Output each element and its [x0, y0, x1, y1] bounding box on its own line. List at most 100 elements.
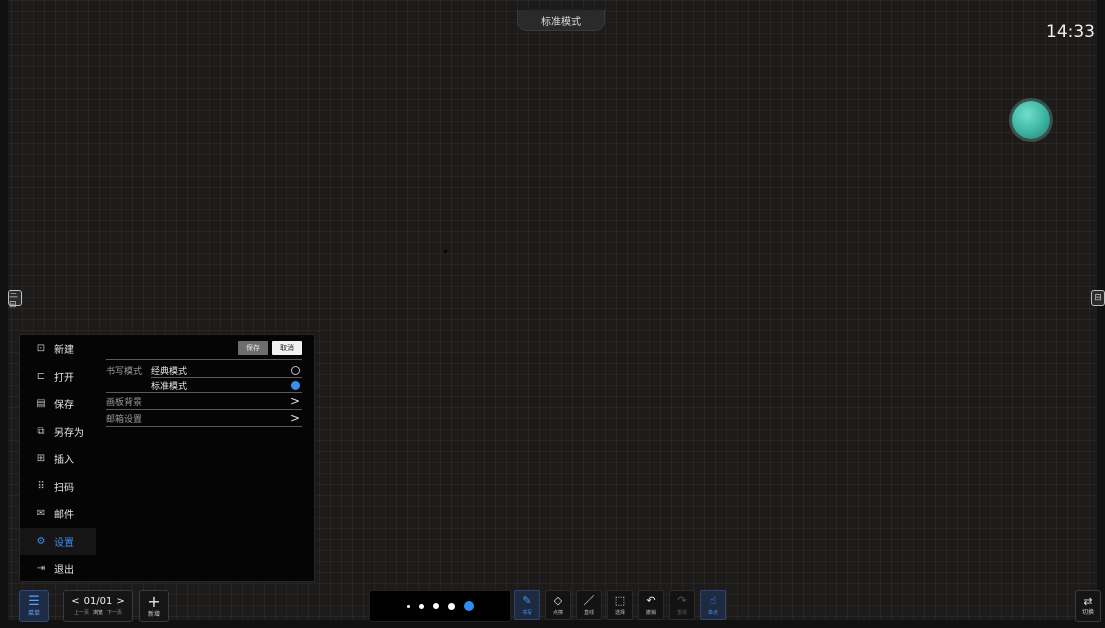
right-frame [1097, 0, 1105, 628]
page-number-row: < 01/01 > [71, 596, 125, 607]
tool-label: 撤销 [645, 609, 656, 616]
tool-label: 重做 [676, 609, 687, 616]
menu-item-label: 打开 [54, 372, 74, 384]
select-icon: ⬚ [614, 593, 626, 607]
prev-page-label[interactable]: 上一页 [74, 609, 89, 616]
standard-mode-label: 标准模式 [151, 381, 188, 392]
page-indicator: 01/01 [83, 596, 113, 607]
switch-button[interactable]: ⇄ 切换 [1075, 590, 1101, 622]
redo-icon: ↷ [677, 593, 687, 607]
touch-icon: ☝ [709, 593, 717, 607]
new-file-icon: ⊡ [36, 343, 46, 355]
mail-icon: ✉ [36, 508, 46, 520]
tool-write[interactable]: ✎ 书写 [514, 590, 540, 620]
floating-ball-button[interactable] [1012, 101, 1050, 139]
add-page-button[interactable]: + 新增 [139, 590, 169, 622]
settings-action-row: 保存 取消 [106, 341, 302, 355]
tool-select[interactable]: ⬚ 选择 [607, 590, 633, 620]
menu-item-label: 扫码 [54, 482, 74, 494]
add-page-label: 新增 [147, 610, 160, 618]
menu-item-save[interactable]: ▤ 保存 [20, 390, 96, 418]
undo-icon: ↶ [646, 593, 656, 607]
menu-item-label: 邮件 [54, 510, 74, 522]
browse-label[interactable]: 浏览 [93, 609, 103, 616]
canvas-ink-dot [444, 250, 447, 253]
menu-item-label: 另存为 [54, 427, 84, 439]
left-menu-handle-icon[interactable]: 三⊟ [8, 290, 22, 310]
menu-item-label: 插入 [54, 455, 74, 467]
mail-settings-label: 邮箱设置 [106, 414, 143, 425]
tool-group: ✎ 书写 ◇ 点擦 ／ 直线 ⬚ 选择 ↶ 撤销 ↷ 重做 ☝ 单点 [514, 590, 726, 620]
menu-item-label: 退出 [54, 565, 74, 577]
classic-mode-radio[interactable] [291, 365, 300, 375]
page-nav-labels: 上一页 浏览 下一页 [74, 609, 122, 616]
tool-undo[interactable]: ↶ 撤销 [638, 590, 664, 620]
tool-label: 单点 [707, 609, 718, 616]
menu-item-label: 设置 [54, 537, 74, 549]
tool-redo[interactable]: ↷ 重做 [669, 590, 695, 620]
pen-size-option[interactable] [432, 603, 439, 609]
tool-single-touch[interactable]: ☝ 单点 [700, 590, 726, 620]
folder-icon: ⊏ [36, 370, 46, 382]
insert-icon: ⊞ [36, 453, 46, 465]
menu-item-save-as[interactable]: ⧉ 另存为 [20, 418, 96, 446]
menu-item-mail[interactable]: ✉ 邮件 [20, 500, 96, 528]
mode-title-tab[interactable]: 标准模式 [517, 10, 605, 31]
save-as-icon: ⧉ [37, 425, 45, 437]
pen-size-option[interactable] [447, 602, 455, 610]
menu-button[interactable]: ☰ 菜单 [19, 590, 49, 622]
write-mode-classic-row[interactable]: 书写模式 经典模式 [106, 363, 302, 377]
next-page-icon[interactable]: > [116, 596, 124, 607]
write-mode-standard-row[interactable]: 标准模式 [106, 378, 302, 392]
menu-item-settings[interactable]: ⚙ 设置 [20, 527, 96, 555]
menu-icon: ☰ [28, 593, 40, 609]
clock: 14:33 [1046, 22, 1095, 42]
board-background-label: 画板背景 [106, 397, 143, 408]
pen-size-option-selected[interactable] [463, 601, 474, 611]
menu-item-label: 新建 [54, 345, 74, 357]
next-page-label[interactable]: 下一页 [107, 609, 122, 616]
left-frame [0, 0, 8, 628]
pen-size-selector [369, 590, 511, 622]
tool-label: 选择 [614, 609, 625, 616]
switch-icon: ⇄ [1083, 594, 1093, 608]
tool-point-erase[interactable]: ◇ 点擦 [545, 590, 571, 620]
menu-item-exit[interactable]: ⇥ 退出 [20, 555, 96, 583]
right-menu-handle-icon[interactable]: ⊟ [1091, 290, 1105, 306]
board-background-row[interactable]: 画板背景 > [106, 392, 302, 410]
tool-line[interactable]: ／ 直线 [576, 590, 602, 620]
menu-item-label: 保存 [54, 400, 74, 412]
prev-page-icon[interactable]: < [71, 596, 79, 607]
tool-label: 书写 [521, 609, 532, 616]
pen-size-option[interactable] [406, 604, 410, 608]
cancel-button[interactable]: 取消 [272, 341, 302, 355]
standard-mode-radio[interactable] [291, 380, 300, 390]
write-mode-label: 书写模式 [106, 366, 143, 377]
menu-item-new[interactable]: ⊡ 新建 [20, 335, 96, 363]
tool-label: 直线 [583, 609, 594, 616]
switch-label: 切换 [1081, 608, 1094, 616]
exit-icon: ⇥ [36, 563, 46, 575]
mail-settings-row[interactable]: 邮箱设置 > [106, 410, 302, 427]
chevron-right-icon: > [289, 394, 300, 408]
menu-item-open[interactable]: ⊏ 打开 [20, 363, 96, 391]
gear-icon: ⚙ [36, 535, 46, 547]
tool-label: 点擦 [552, 609, 563, 616]
menu-item-insert[interactable]: ⊞ 插入 [20, 445, 96, 473]
classic-mode-label: 经典模式 [151, 366, 188, 377]
save-button[interactable]: 保存 [238, 341, 268, 355]
main-menu-panel: ⊡ 新建 ⊏ 打开 ▤ 保存 ⧉ 另存为 ⊞ 插入 ⠿ 扫码 ✉ 邮件 ⚙ 设置 [19, 334, 315, 582]
line-icon: ／ [583, 593, 595, 607]
menu-button-label: 菜单 [27, 609, 40, 617]
menu-list: ⊡ 新建 ⊏ 打开 ▤ 保存 ⧉ 另存为 ⊞ 插入 ⠿ 扫码 ✉ 邮件 ⚙ 设置 [20, 335, 96, 581]
eraser-icon: ◇ [553, 593, 563, 607]
menu-item-scan[interactable]: ⠿ 扫码 [20, 473, 96, 501]
divider [106, 359, 302, 360]
pen-size-option[interactable] [418, 603, 424, 609]
pen-icon: ✎ [522, 593, 532, 607]
save-icon: ▤ [36, 398, 46, 410]
chevron-right-icon: > [289, 411, 300, 425]
settings-pane: 保存 取消 书写模式 经典模式 标准模式 画板背景 > 邮箱设置 > [106, 341, 302, 427]
qr-code-icon: ⠿ [37, 480, 45, 492]
plus-icon: + [147, 591, 161, 611]
